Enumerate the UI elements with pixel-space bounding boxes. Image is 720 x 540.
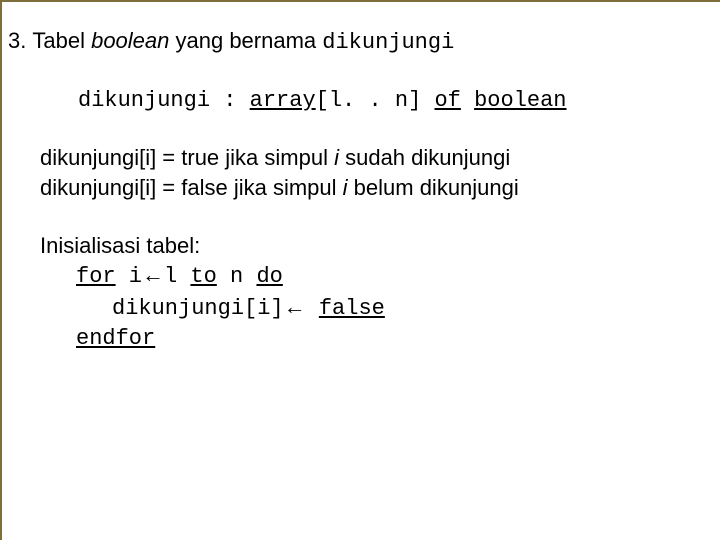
heading-identifier: dikunjungi xyxy=(322,30,454,55)
for-mid-c: n xyxy=(217,264,257,289)
slide-content: 3. Tabel boolean yang bernama dikunjungi… xyxy=(2,2,720,382)
false-kw: false xyxy=(319,296,385,321)
for-mid-a: i xyxy=(116,264,142,289)
line-true-a: dikunjungi[i] = true jika simpul xyxy=(40,145,334,170)
slide-frame: 3. Tabel boolean yang bernama dikunjungi… xyxy=(0,0,720,540)
init-label: Inisialisasi tabel: xyxy=(40,231,692,261)
heading-prefix: Tabel xyxy=(32,28,91,53)
explanation-block: dikunjungi[i] = true jika simpul i sudah… xyxy=(40,143,692,202)
decl-bracket: [l. . n] xyxy=(316,88,435,113)
list-number: 3. xyxy=(8,26,26,56)
assign-space xyxy=(306,296,319,321)
for-arrow-icon: ← xyxy=(142,262,164,287)
endfor-kw: endfor xyxy=(76,326,155,351)
declaration-line: dikunjungi : array[l. . n] of boolean xyxy=(78,86,692,116)
assign-lhs: dikunjungi[i] xyxy=(112,296,284,321)
assign-arrow-icon: ← xyxy=(284,294,306,319)
decl-boolean-kw: boolean xyxy=(474,88,566,113)
assign-line: dikunjungi[i]← false xyxy=(112,292,692,324)
heading-mid: yang bernama xyxy=(169,28,322,53)
line-false: dikunjungi[i] = false jika simpul i belu… xyxy=(40,173,692,203)
for-line: for i←l to n do xyxy=(76,260,692,292)
decl-space xyxy=(461,88,474,113)
line-true: dikunjungi[i] = true jika simpul i sudah… xyxy=(40,143,692,173)
for-kw: for xyxy=(76,264,116,289)
line-true-b: sudah dikunjungi xyxy=(339,145,510,170)
line-false-a: dikunjungi[i] = false jika simpul xyxy=(40,175,343,200)
endfor-line: endfor xyxy=(76,324,692,354)
list-item-3: 3. Tabel boolean yang bernama dikunjungi xyxy=(30,26,692,58)
for-mid-b: l xyxy=(164,264,190,289)
heading-text: Tabel boolean yang bernama dikunjungi xyxy=(32,26,454,58)
heading-boolean-word: boolean xyxy=(91,28,169,53)
initialization-block: Inisialisasi tabel: for i←l to n do diku… xyxy=(40,231,692,354)
decl-lhs: dikunjungi : xyxy=(78,88,250,113)
line-false-b: belum dikunjungi xyxy=(348,175,519,200)
decl-of-kw: of xyxy=(434,88,460,113)
decl-array-kw: array xyxy=(250,88,316,113)
to-kw: to xyxy=(190,264,216,289)
do-kw: do xyxy=(256,264,282,289)
